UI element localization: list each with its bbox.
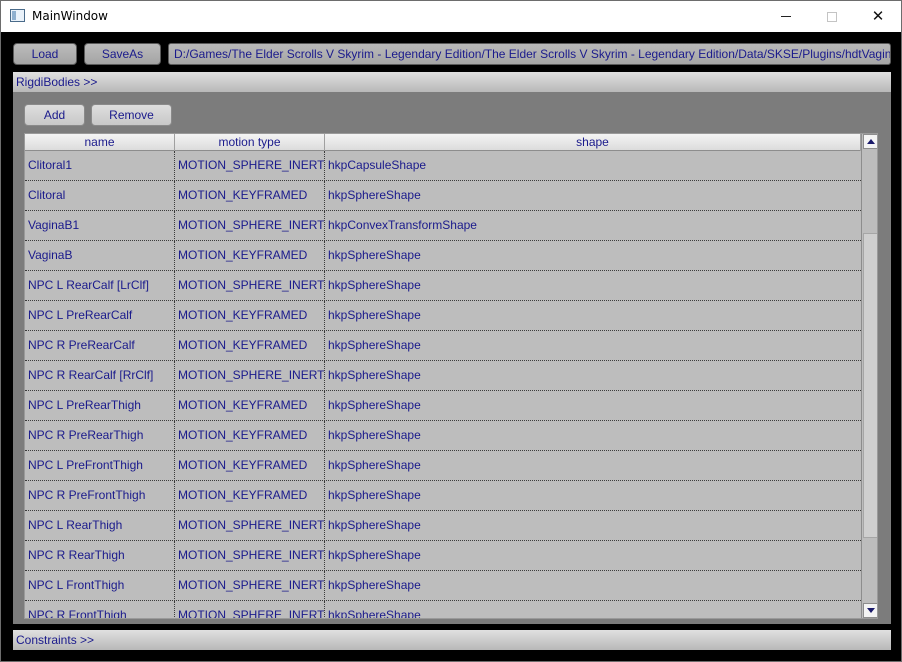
cell-name[interactable]: VaginaB [25,241,175,271]
close-button[interactable]: ✕ [855,1,901,32]
add-button[interactable]: Add [24,104,85,126]
cell-shape[interactable]: hkpSphereShape [325,301,861,331]
main-window: MainWindow ✕ Load SaveAs D:/Games/The El… [0,0,902,662]
cell-shape[interactable]: hkpSphereShape [325,391,861,421]
minimize-icon [781,16,791,17]
cell-motion-type[interactable]: MOTION_SPHERE_INERTIA [175,541,325,571]
table-row[interactable]: NPC R PreRearThigh MOTION_KEYFRAMED hkpSph… [25,421,861,451]
cell-name[interactable]: NPC R PreRearCalf [25,331,175,361]
column-header-shape[interactable]: shape [325,134,861,151]
maximize-button[interactable] [809,1,855,32]
table-row[interactable]: NPC L PreFrontThigh MOTION_KEYFRAMED hkpSp… [25,451,861,481]
remove-button[interactable]: Remove [91,104,172,126]
table-row[interactable]: VaginaB MOTION_KEYFRAMED hkpSphereShape [25,241,861,271]
table-header: name motion type shape [25,134,861,151]
rigid-bodies-table: name motion type shape Clitoral1 MOTION_S… [24,133,878,619]
cell-name[interactable]: NPC L RearThigh [25,511,175,541]
cell-motion-type[interactable]: MOTION_SPHERE_INERTIA [175,511,325,541]
table-row[interactable]: Clitoral MOTION_KEYFRAMED hkpSphereShape [25,181,861,211]
client-area: Load SaveAs D:/Games/The Elder Scrolls V… [1,32,901,661]
rigid-bodies-header[interactable]: RigdiBodies >> [13,72,891,92]
cell-name[interactable]: NPC R RearThigh [25,541,175,571]
cell-shape[interactable]: hkpSphereShape [325,571,861,601]
cell-shape[interactable]: hkpSphereShape [325,331,861,361]
cell-name[interactable]: NPC L RearCalf [LrClf] [25,271,175,301]
cell-name[interactable]: Clitoral [25,181,175,211]
cell-motion-type[interactable]: MOTION_KEYFRAMED [175,331,325,361]
cell-motion-type[interactable]: MOTION_SPHERE_INERTIA [175,601,325,618]
cell-name[interactable]: NPC L PreRearThigh [25,391,175,421]
cell-name[interactable]: NPC R RearCalf [RrClf] [25,361,175,391]
cell-shape[interactable]: hkpSphereShape [325,421,861,451]
cell-shape[interactable]: hkpCapsuleShape [325,151,861,181]
rigid-bodies-panel: Add Remove name motion type shape Clitor… [13,92,891,624]
table-row[interactable]: NPC L FrontThigh MOTION_SPHERE_INERTIA hkp… [25,571,861,601]
close-icon: ✕ [871,7,885,25]
table-row[interactable]: NPC L PreRearCalf MOTION_KEYFRAMED hkpSphe… [25,301,861,331]
file-path-field[interactable]: D:/Games/The Elder Scrolls V Skyrim - Le… [168,43,891,65]
cell-motion-type[interactable]: MOTION_SPHERE_INERTIA [175,361,325,391]
title-bar[interactable]: MainWindow ✕ [1,1,901,32]
table-row[interactable]: VaginaB1 MOTION_SPHERE_INERTIA hkpConvexTr… [25,211,861,241]
cell-shape[interactable]: hkpSphereShape [325,361,861,391]
load-button[interactable]: Load [13,43,77,65]
saveas-button[interactable]: SaveAs [84,43,161,65]
cell-name[interactable]: VaginaB1 [25,211,175,241]
column-header-motion-type[interactable]: motion type [175,134,325,151]
scroll-up-button[interactable] [863,134,877,149]
cell-shape[interactable]: hkpSphereShape [325,601,861,618]
cell-name[interactable]: Clitoral1 [25,151,175,181]
cell-shape[interactable]: hkpSphereShape [325,451,861,481]
table-row[interactable]: NPC L RearThigh MOTION_SPHERE_INERTIA hkpS… [25,511,861,541]
vertical-scrollbar[interactable] [861,134,877,618]
cell-shape[interactable]: hkpSphereShape [325,271,861,301]
cell-name[interactable]: NPC L FrontThigh [25,571,175,601]
arrow-down-icon [866,608,875,613]
cell-motion-type[interactable]: MOTION_KEYFRAMED [175,181,325,211]
cell-name[interactable]: NPC R PreFrontThigh [25,481,175,511]
cell-motion-type[interactable]: MOTION_KEYFRAMED [175,301,325,331]
cell-shape[interactable]: hkpConvexTransformShape [325,211,861,241]
cell-name[interactable]: NPC R FrontThigh [25,601,175,618]
table-row[interactable]: Clitoral1 MOTION_SPHERE_INERTIA hkpCapsule… [25,151,861,181]
cell-name[interactable]: NPC R PreRearThigh [25,421,175,451]
cell-motion-type[interactable]: MOTION_KEYFRAMED [175,421,325,451]
cell-shape[interactable]: hkpSphereShape [325,511,861,541]
table-row[interactable]: NPC L PreRearThigh MOTION_KEYFRAMED hkpSph… [25,391,861,421]
table-row[interactable]: NPC R PreFrontThigh MOTION_KEYFRAMED hkpSp… [25,481,861,511]
cell-motion-type[interactable]: MOTION_KEYFRAMED [175,451,325,481]
cell-shape[interactable]: hkpSphereShape [325,481,861,511]
app-window-icon [10,9,25,22]
cell-shape[interactable]: hkpSphereShape [325,541,861,571]
window-title: MainWindow [32,9,108,23]
cell-name[interactable]: NPC L PreFrontThigh [25,451,175,481]
table-row[interactable]: NPC L RearCalf [LrClf] MOTION_SPHERE_INER… [25,271,861,301]
cell-motion-type[interactable]: MOTION_SPHERE_INERTIA [175,211,325,241]
column-header-name[interactable]: name [25,134,175,151]
maximize-icon [827,11,837,22]
table-row[interactable]: NPC R FrontThigh MOTION_SPHERE_INERTIA hkp… [25,601,861,618]
scrollbar-thumb[interactable] [863,233,877,538]
constraints-header[interactable]: Constraints >> [13,630,891,650]
table-row[interactable]: NPC R RearThigh MOTION_SPHERE_INERTIA hkpS… [25,541,861,571]
cell-shape[interactable]: hkpSphereShape [325,241,861,271]
cell-motion-type[interactable]: MOTION_KEYFRAMED [175,481,325,511]
cell-shape[interactable]: hkpSphereShape [325,181,861,211]
scroll-down-button[interactable] [863,603,877,618]
table-body: Clitoral1 MOTION_SPHERE_INERTIA hkpCapsule… [25,151,861,618]
cell-motion-type[interactable]: MOTION_SPHERE_INERTIA [175,571,325,601]
cell-motion-type[interactable]: MOTION_SPHERE_INERTIA [175,151,325,181]
cell-motion-type[interactable]: MOTION_KEYFRAMED [175,391,325,421]
cell-motion-type[interactable]: MOTION_SPHERE_INERTIA [175,271,325,301]
table-row[interactable]: NPC R PreRearCalf MOTION_KEYFRAMED hkpSphe… [25,331,861,361]
minimize-button[interactable] [763,1,809,32]
arrow-up-icon [866,139,875,144]
cell-motion-type[interactable]: MOTION_KEYFRAMED [175,241,325,271]
cell-name[interactable]: NPC L PreRearCalf [25,301,175,331]
table-row[interactable]: NPC R RearCalf [RrClf] MOTION_SPHERE_INER… [25,361,861,391]
